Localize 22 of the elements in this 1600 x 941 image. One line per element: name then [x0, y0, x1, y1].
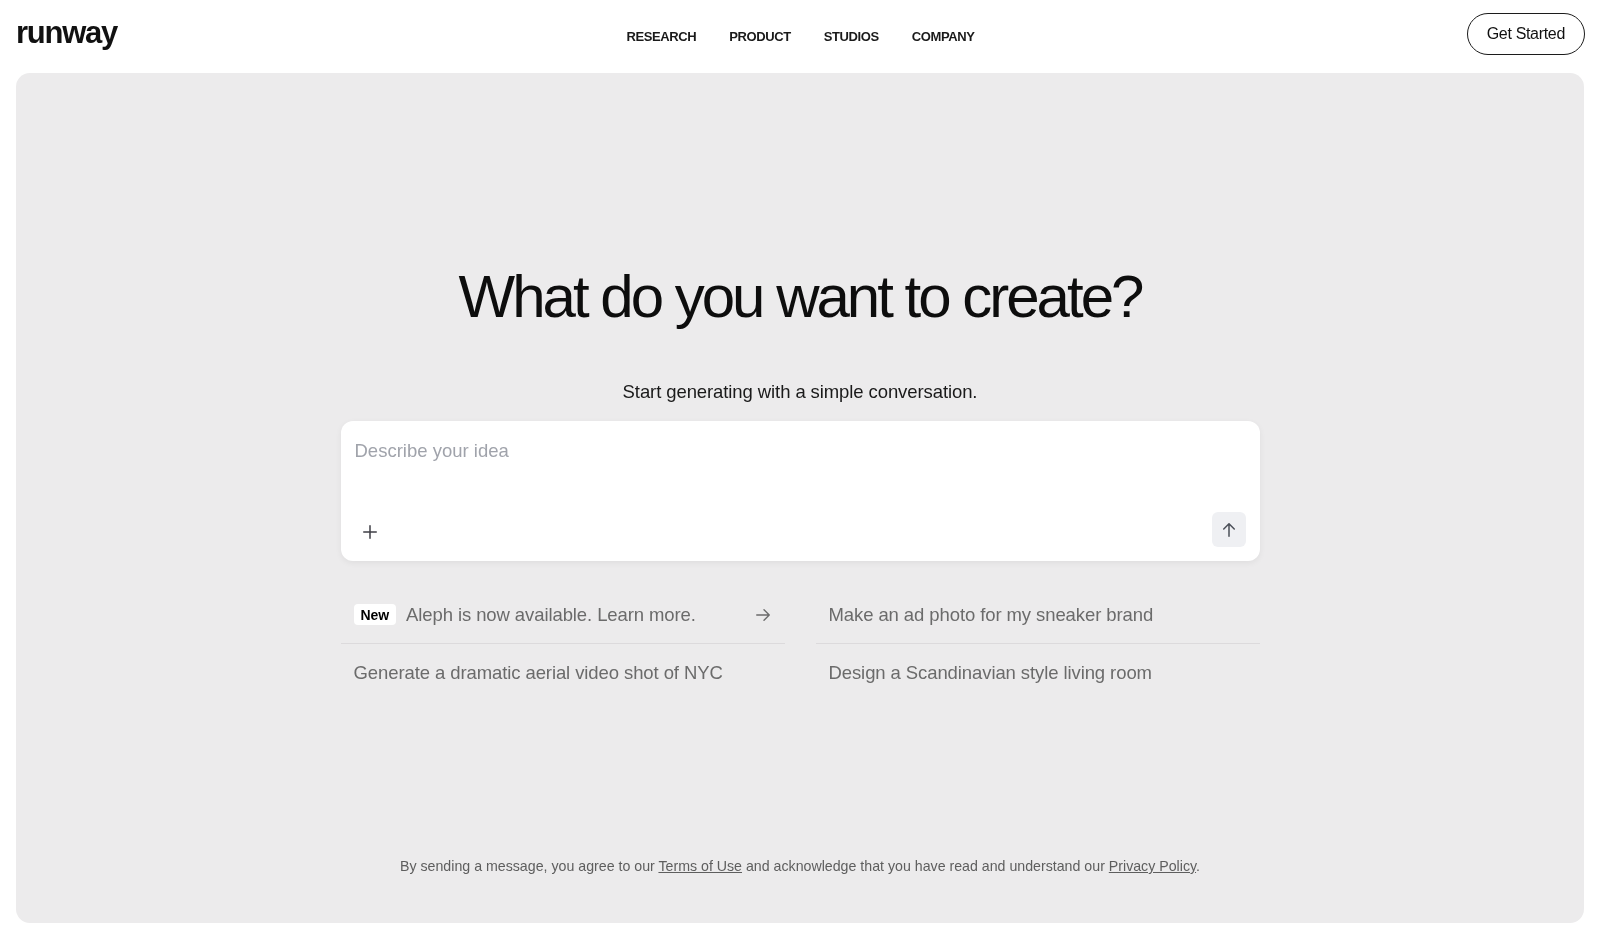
- brand-logo[interactable]: runway: [16, 17, 118, 48]
- suggestion-item[interactable]: Generate a dramatic aerial video shot of NYC: [340, 644, 785, 702]
- plus-icon: [362, 525, 377, 539]
- arrow-right-icon: [755, 608, 770, 621]
- nav-link[interactable]: STUDIOS: [823, 30, 879, 43]
- consent-notice: By sending a message, you agree to our Terms of Use and acknowledge that you have read and understand our Privacy Policy.: [400, 857, 1200, 876]
- suggestion-item[interactable]: Design a Scandinavian style living room: [815, 644, 1260, 702]
- suggestion-item[interactable]: Make an ad photo for my sneaker brand: [815, 586, 1260, 644]
- send-button[interactable]: [1211, 512, 1246, 547]
- legal-link[interactable]: Privacy Policy: [1108, 858, 1197, 874]
- hero-subtitle: Start generating with a simple conversation.: [622, 380, 978, 404]
- nav-link[interactable]: PRODUCT: [729, 30, 791, 43]
- hero-title: What do you want to create?: [458, 267, 1142, 327]
- get-started-button[interactable]: Get Started: [1466, 13, 1585, 55]
- nav-link[interactable]: RESEARCH: [626, 30, 697, 43]
- suggestion-item[interactable]: New Aleph is now available. Learn more.: [340, 586, 785, 644]
- prompt-box[interactable]: Describe your idea: [340, 421, 1260, 561]
- arrow-up-icon: [1222, 522, 1235, 537]
- legal-link[interactable]: Terms of Use: [658, 858, 742, 874]
- prompt-field[interactable]: Describe your idea: [354, 435, 1246, 512]
- nav-link[interactable]: COMPANY: [911, 30, 975, 43]
- announcement-tag: New: [353, 604, 396, 625]
